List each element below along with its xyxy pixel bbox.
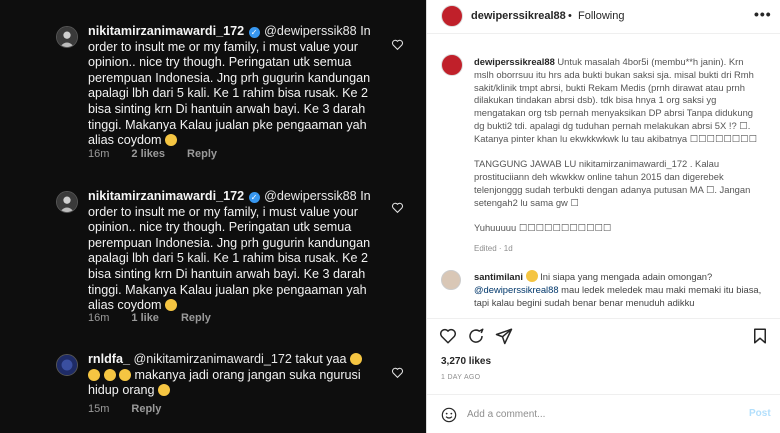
post-panel: dewiperssikreal88 • Following ••• dewipe… xyxy=(426,0,780,433)
emoji-icon xyxy=(119,368,131,381)
add-comment-bar: Post xyxy=(427,394,780,433)
divider xyxy=(427,318,780,319)
caption-username[interactable]: dewiperssikreal88 xyxy=(474,56,555,67)
following-button[interactable]: Following xyxy=(578,10,624,22)
action-bar xyxy=(439,327,769,347)
emoji-icon xyxy=(525,270,538,282)
bookmark-icon[interactable] xyxy=(751,327,769,345)
like-count[interactable]: 3,270 likes xyxy=(441,356,491,367)
like-heart-icon[interactable] xyxy=(391,38,404,51)
avatar[interactable] xyxy=(441,270,461,290)
avatar[interactable] xyxy=(56,26,78,48)
comment-meta: 16m 1 like Reply xyxy=(88,312,211,324)
add-comment-input[interactable] xyxy=(467,404,727,424)
comment-mention[interactable]: @nikitamirzanimawardi_172 xyxy=(134,352,292,366)
like-heart-icon[interactable] xyxy=(391,201,404,214)
comment-time: 16m xyxy=(88,312,110,324)
emoji-icon xyxy=(165,299,177,312)
verified-icon: ✓ xyxy=(248,192,260,203)
separator-dot: • xyxy=(568,10,572,22)
comment-username[interactable]: rnldfa_ xyxy=(88,352,130,366)
comment-likes[interactable]: 1 like xyxy=(131,312,159,324)
comment-body: Ini siapa yang mengada adain omongan? xyxy=(540,271,713,282)
comments-panel: nikitamirzanimawardi_172 ✓ @dewiperssik8… xyxy=(0,0,426,433)
comment-username[interactable]: santimilani xyxy=(474,271,523,282)
post-button[interactable]: Post xyxy=(749,408,771,419)
emoji-icon xyxy=(350,353,362,365)
emoji-smile-icon[interactable] xyxy=(441,407,457,423)
comment-username[interactable]: nikitamirzanimawardi_172 xyxy=(88,189,244,203)
emoji-icon xyxy=(88,368,100,381)
reply-button[interactable]: Reply xyxy=(181,312,211,324)
edited-timestamp: Edited · 1d xyxy=(474,244,513,253)
post-header: dewiperssikreal88 • Following ••• xyxy=(427,0,780,34)
avatar[interactable] xyxy=(441,54,463,76)
comment-likes[interactable]: 2 likes xyxy=(131,148,165,160)
comment-body: In order to insult me or my family, i mu… xyxy=(88,189,371,313)
comment-mention[interactable]: @dewiperssik88 xyxy=(264,189,357,203)
like-heart-icon[interactable] xyxy=(391,366,404,379)
comment-username[interactable]: nikitamirzanimawardi_172 xyxy=(88,24,244,38)
more-options-icon[interactable]: ••• xyxy=(754,6,772,22)
avatar[interactable] xyxy=(56,354,78,376)
comment-icon[interactable] xyxy=(467,327,485,345)
share-icon[interactable] xyxy=(495,327,513,345)
comment-mention[interactable]: @dewiperssik88 xyxy=(264,24,357,38)
emoji-icon xyxy=(103,368,116,381)
comment-text: rnldfa_ @nikitamirzanimawardi_172 takut … xyxy=(88,352,380,399)
comment-body: In order to insult me or my family, i mu… xyxy=(88,24,371,148)
avatar[interactable] xyxy=(56,191,78,213)
like-heart-icon[interactable] xyxy=(439,327,457,345)
comment-body: takut yaa xyxy=(295,352,347,366)
avatar[interactable] xyxy=(441,5,463,27)
comment-meta: 15m Reply xyxy=(88,403,161,415)
post-caption: dewiperssikreal88 Untuk masalah 4bor5i (… xyxy=(474,56,764,248)
caption-paragraph-3: Yuhuuuuu ☐☐☐☐☐☐☐☐☐☐☐ xyxy=(474,222,612,234)
comment-mention[interactable]: @dewiperssikreal88 xyxy=(474,284,559,295)
comment-time: 15m xyxy=(88,403,110,415)
caption-paragraph-2: TANGGUNG JAWAB LU nikitamirzanimawardi_1… xyxy=(474,158,751,208)
emoji-icon xyxy=(165,134,177,147)
comment-text: nikitamirzanimawardi_172 ✓ @dewiperssik8… xyxy=(88,189,380,314)
caption-paragraph-1: Untuk masalah 4bor5i (membu**h janin). K… xyxy=(474,56,757,144)
post-username[interactable]: dewiperssikreal88 xyxy=(471,10,566,22)
reply-button[interactable]: Reply xyxy=(131,403,161,415)
reply-button[interactable]: Reply xyxy=(187,148,217,160)
comment-text: nikitamirzanimawardi_172 ✓ @dewiperssik8… xyxy=(88,24,380,149)
comment-time: 16m xyxy=(88,148,110,160)
post-comment: santimilani Ini siapa yang mengada adain… xyxy=(474,270,764,309)
emoji-icon xyxy=(158,384,171,397)
verified-icon: ✓ xyxy=(248,27,260,38)
comment-meta: 16m 2 likes Reply xyxy=(88,148,217,160)
post-timestamp: 1 DAY AGO xyxy=(441,374,481,381)
